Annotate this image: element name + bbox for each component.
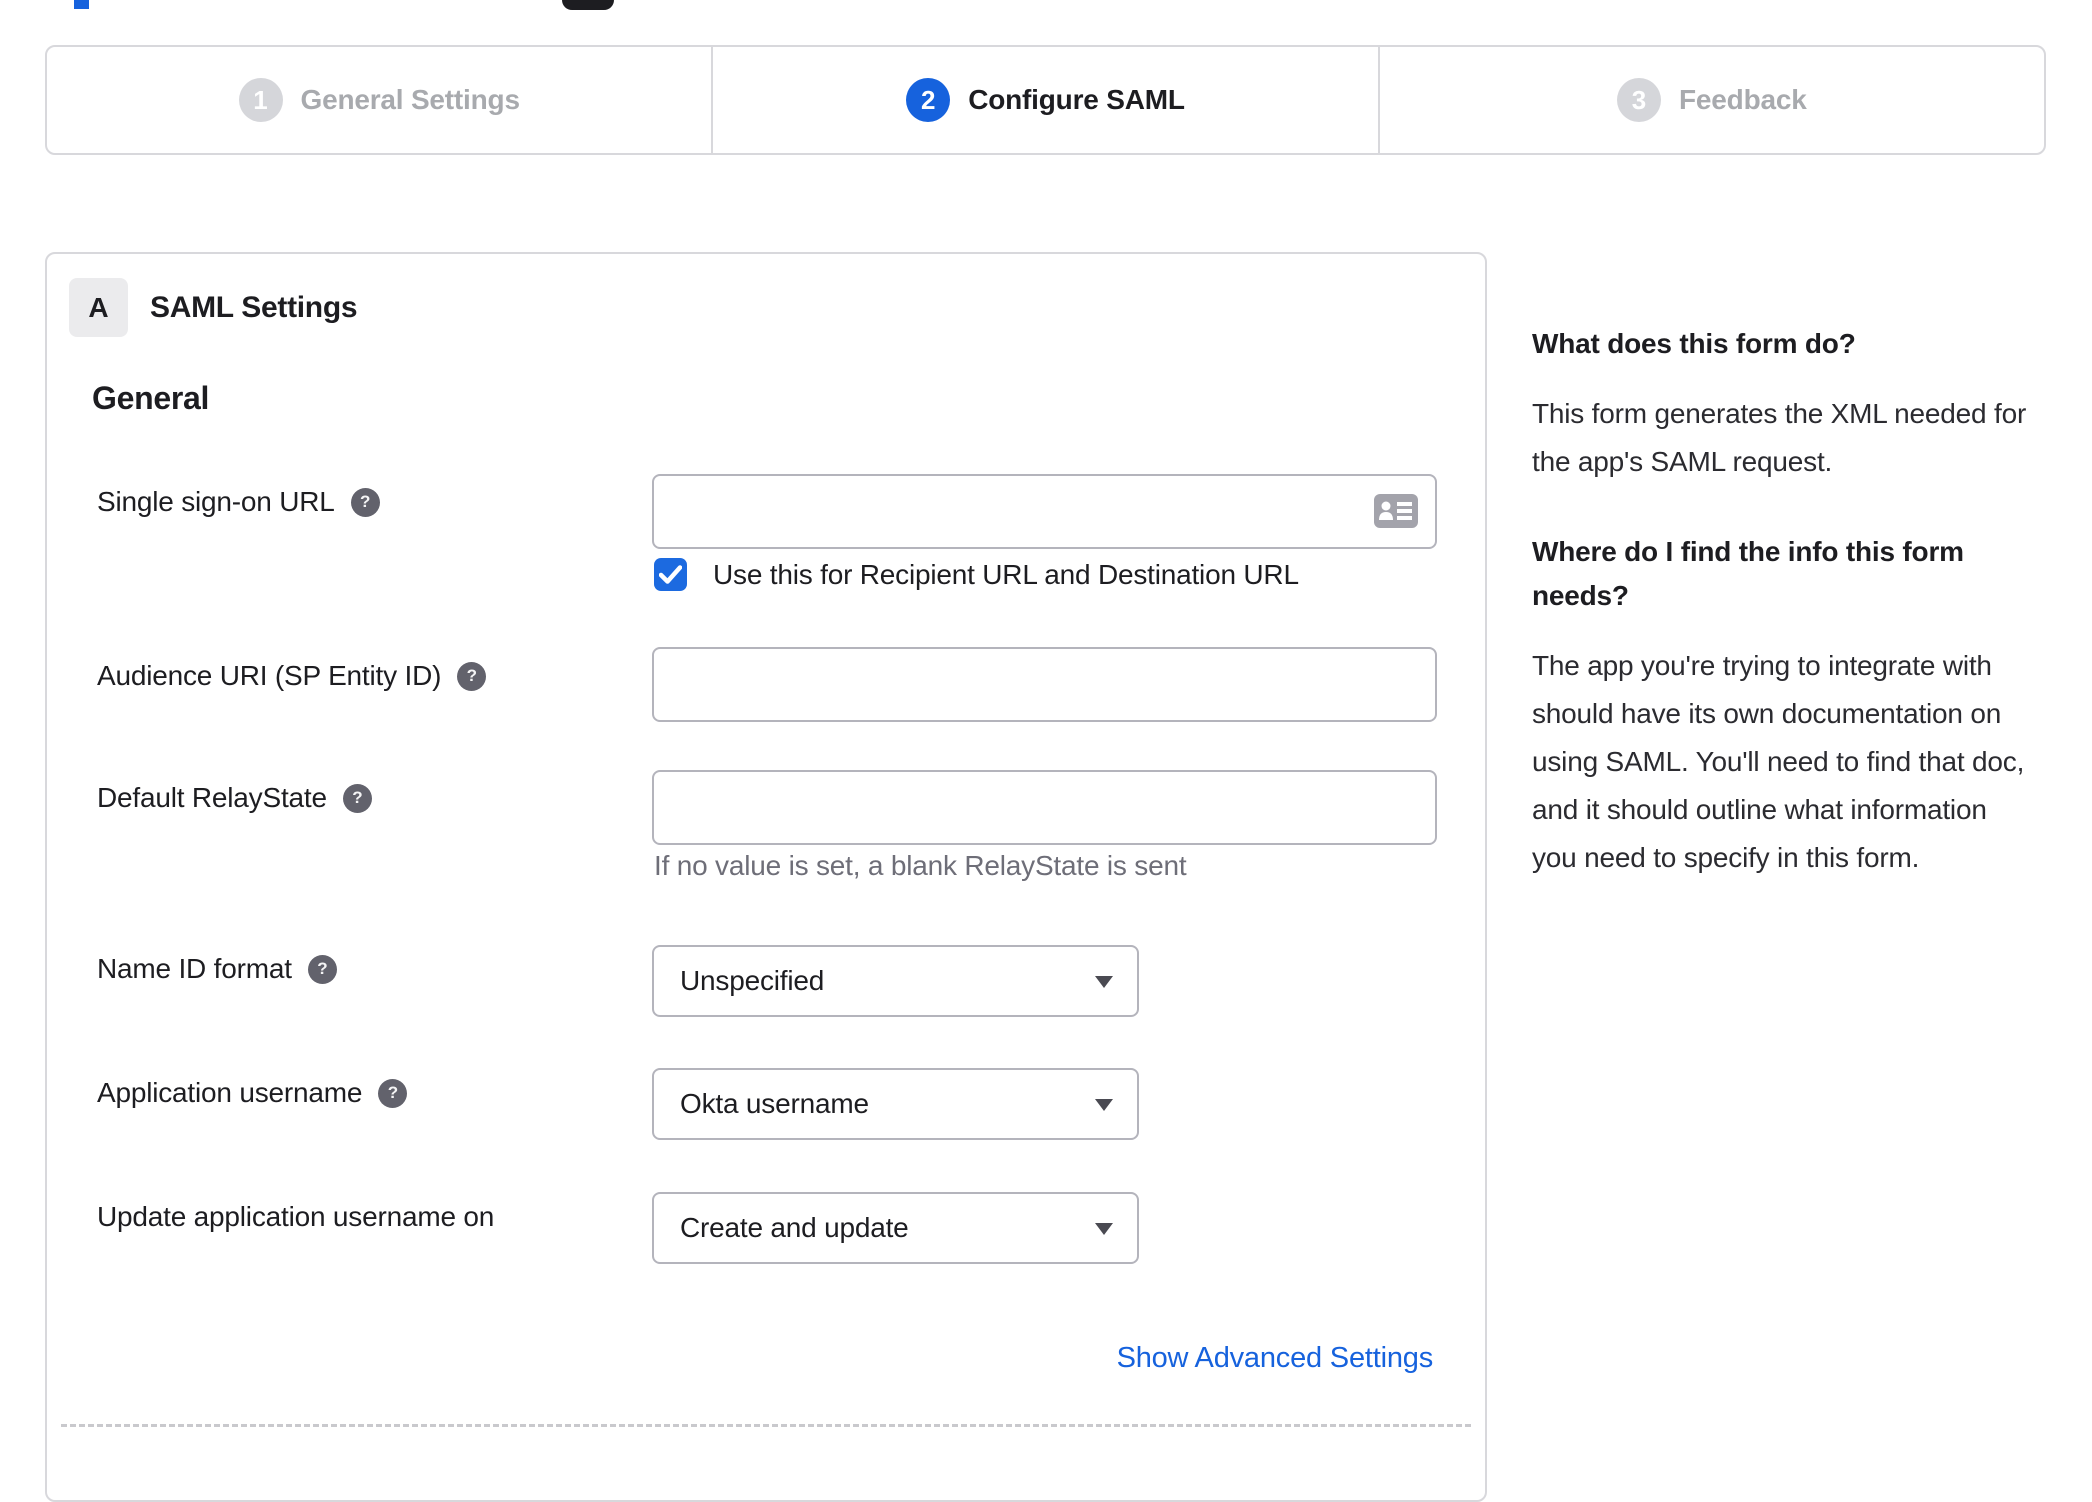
- name-id-format-label-row: Name ID format ?: [97, 953, 337, 985]
- general-section-heading: General: [92, 380, 210, 416]
- step-1-number-badge: 1: [238, 78, 283, 122]
- help-icon[interactable]: ?: [307, 954, 337, 984]
- help-icon[interactable]: ?: [457, 661, 487, 691]
- update-username-label: Update application username on: [97, 1201, 495, 1232]
- relaystate-hint: If no value is set, a blank RelayState i…: [654, 850, 1187, 881]
- checkmark-icon: [659, 565, 682, 584]
- application-username-label-row: Application username ?: [97, 1077, 408, 1109]
- single-sign-on-url-input[interactable]: [652, 474, 1437, 549]
- cutoff-logo-fragment: [562, 0, 614, 10]
- help-icon[interactable]: ?: [350, 487, 380, 517]
- section-a-badge: A: [69, 278, 128, 337]
- default-relaystate-label: Default RelayState: [97, 782, 327, 813]
- help-heading-what: What does this form do?: [1532, 328, 1856, 359]
- application-username-value: Okta username: [680, 1088, 869, 1119]
- single-sign-on-url-label: Single sign-on URL: [97, 486, 335, 517]
- update-username-value: Create and update: [680, 1212, 909, 1243]
- audience-uri-input[interactable]: [652, 647, 1437, 722]
- step-configure-saml[interactable]: 2 Configure SAML: [711, 47, 1377, 153]
- cutoff-blue-fragment: [74, 0, 89, 9]
- single-sign-on-url-label-row: Single sign-on URL ?: [97, 486, 380, 518]
- chevron-down-icon: [1095, 1099, 1113, 1111]
- help-body-what: This form generates the XML needed for t…: [1532, 398, 2027, 477]
- saml-settings-card: A SAML Settings General Single sign-on U…: [45, 252, 1487, 1502]
- setup-wizard-stepper: 1 General Settings 2 Configure SAML 3 Fe…: [45, 45, 2046, 155]
- update-username-select[interactable]: Create and update: [652, 1192, 1139, 1264]
- step-general-settings[interactable]: 1 General Settings: [47, 47, 711, 153]
- card-title: SAML Settings: [150, 291, 358, 324]
- application-username-label: Application username: [97, 1077, 363, 1108]
- recipient-url-checkbox-label: Use this for Recipient URL and Destinati…: [713, 558, 1299, 590]
- step-feedback[interactable]: 3 Feedback: [1377, 47, 2044, 153]
- default-relaystate-input[interactable]: [652, 770, 1437, 845]
- step-1-label: General Settings: [300, 84, 521, 115]
- audience-uri-label: Audience URI (SP Entity ID): [97, 660, 442, 691]
- single-sign-on-url-input-wrap: [652, 474, 1437, 549]
- help-body-where: The app you're trying to integrate with …: [1532, 650, 2025, 873]
- update-username-label-row: Update application username on: [97, 1201, 494, 1233]
- help-icon[interactable]: ?: [378, 1078, 408, 1108]
- step-3-label: Feedback: [1679, 84, 1807, 115]
- help-heading-where: Where do I find the info this form needs…: [1532, 536, 1964, 611]
- contact-card-icon: [1374, 494, 1418, 528]
- recipient-url-checkbox[interactable]: [654, 558, 687, 591]
- step-2-number-badge: 2: [906, 78, 951, 122]
- step-2-label: Configure SAML: [968, 84, 1185, 115]
- recipient-url-checkbox-row: Use this for Recipient URL and Destinati…: [654, 558, 1299, 591]
- application-username-select[interactable]: Okta username: [652, 1068, 1139, 1140]
- help-panel: What does this form do? This form genera…: [1532, 322, 2038, 926]
- chevron-down-icon: [1095, 976, 1113, 988]
- audience-uri-label-row: Audience URI (SP Entity ID) ?: [97, 660, 487, 692]
- show-advanced-settings-link[interactable]: Show Advanced Settings: [1117, 1342, 1434, 1375]
- step-3-number-badge: 3: [1617, 78, 1662, 122]
- chevron-down-icon: [1095, 1223, 1113, 1235]
- name-id-format-label: Name ID format: [97, 953, 292, 984]
- name-id-format-select[interactable]: Unspecified: [652, 945, 1139, 1017]
- default-relaystate-label-row: Default RelayState ?: [97, 782, 372, 814]
- name-id-format-value: Unspecified: [680, 965, 825, 996]
- help-icon[interactable]: ?: [342, 783, 372, 813]
